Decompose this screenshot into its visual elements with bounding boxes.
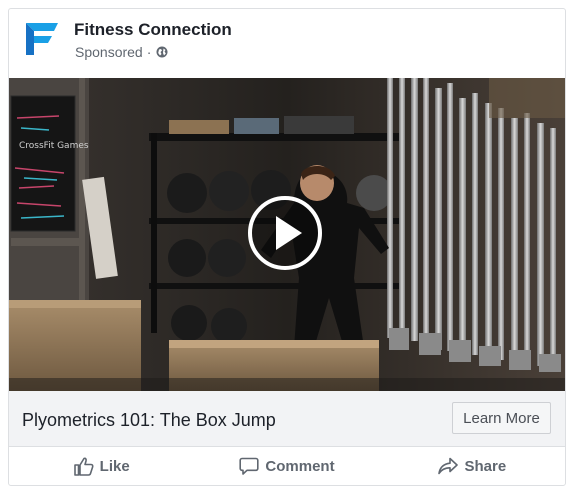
page-name-link[interactable]: Fitness Connection bbox=[74, 20, 232, 40]
play-icon bbox=[276, 216, 302, 250]
like-label: Like bbox=[99, 457, 130, 475]
play-button[interactable] bbox=[248, 196, 322, 270]
like-button[interactable]: Like bbox=[9, 447, 194, 485]
sponsored-label[interactable]: Sponsored bbox=[75, 44, 143, 60]
post-header: Fitness Connection Sponsored · bbox=[9, 9, 565, 77]
ad-link-bar[interactable]: Plyometrics 101: The Box Jump Learn More bbox=[9, 391, 565, 447]
post-actions-bar: Like Comment Share bbox=[9, 447, 565, 485]
comment-icon bbox=[239, 457, 260, 475]
comment-label: Comment bbox=[265, 457, 335, 475]
thumbs-up-icon bbox=[73, 457, 94, 476]
globe-icon bbox=[156, 46, 168, 58]
sponsored-row: Sponsored · bbox=[75, 44, 168, 60]
fitness-connection-logo-icon[interactable] bbox=[22, 19, 62, 59]
comment-button[interactable]: Comment bbox=[194, 447, 379, 485]
share-icon bbox=[438, 457, 459, 475]
ad-post-card: Fitness Connection Sponsored · CrossFit … bbox=[8, 8, 566, 486]
ad-headline[interactable]: Plyometrics 101: The Box Jump bbox=[22, 410, 276, 431]
share-button[interactable]: Share bbox=[380, 447, 565, 485]
video-player[interactable]: CrossFit Games bbox=[9, 78, 565, 391]
share-label: Share bbox=[464, 457, 507, 475]
learn-more-button[interactable]: Learn More bbox=[452, 402, 551, 434]
chalkboard-text: CrossFit Games bbox=[19, 141, 89, 151]
separator-dot: · bbox=[146, 44, 152, 60]
